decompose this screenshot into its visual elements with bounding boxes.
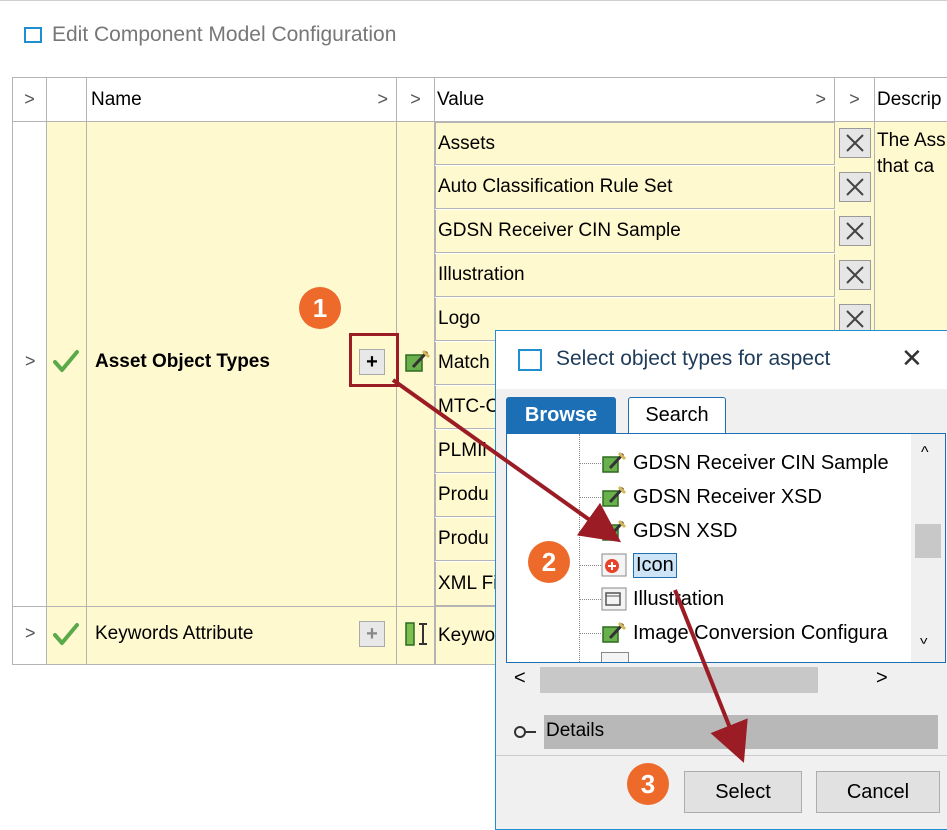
tree-item[interactable]: Illustration <box>601 584 724 614</box>
header-expand-desc[interactable]: > <box>835 77 875 122</box>
chevron-right-icon[interactable]: > <box>25 351 36 372</box>
tree-item[interactable]: GDSN Receiver XSD <box>601 482 822 512</box>
chevron-right-icon: > <box>815 89 826 109</box>
header-status-col <box>47 77 87 122</box>
check-icon <box>53 350 79 372</box>
tree-item-selected[interactable]: Icon <box>601 550 677 580</box>
step-badge-2: 2 <box>528 541 570 583</box>
header-value-col[interactable]: Value > <box>435 77 835 122</box>
tree-horizontal-scrollbar[interactable]: < > <box>506 663 898 697</box>
step-badge-3: 3 <box>627 763 669 805</box>
chevron-right-icon: > <box>24 89 35 109</box>
tree-item[interactable]: GDSN XSD <box>601 516 737 546</box>
value-cell[interactable]: GDSN Receiver CIN Sample <box>435 210 835 253</box>
row-name-keywords-attribute: Keywords Attribute <box>95 623 254 644</box>
chevron-right-icon: > <box>849 89 860 109</box>
tree-item-label: GDSN Receiver CIN Sample <box>633 451 889 474</box>
tree-connector <box>579 633 601 634</box>
chevron-left-icon[interactable]: < <box>514 667 526 690</box>
value-cell[interactable]: Illustration <box>435 254 835 297</box>
tab-search[interactable]: Search <box>628 397 726 433</box>
tree-item-label: Illustration <box>633 587 725 610</box>
row-name-asset-object-types: Asset Object Types <box>95 351 270 372</box>
scrollbar-thumb[interactable] <box>915 524 941 558</box>
close-icon <box>846 134 864 152</box>
remove-value-button[interactable] <box>839 260 871 290</box>
tree-vertical-scrollbar[interactable]: ^ ^ <box>911 434 945 662</box>
chevron-right-icon[interactable]: > <box>25 623 36 644</box>
object-type-icon <box>602 451 627 473</box>
chevron-right-icon: > <box>377 89 388 109</box>
header-name-col[interactable]: Name > <box>87 77 397 122</box>
tree-item-label: Image Conversion Configura <box>633 621 888 644</box>
close-icon <box>846 178 864 196</box>
tree-item-label: GDSN XSD <box>633 519 738 542</box>
chevron-up-icon[interactable]: ^ <box>921 444 929 462</box>
select-object-types-dialog: Select object types for aspect ✕ Browse … <box>495 330 947 830</box>
value-cell[interactable]: Auto Classification Rule Set <box>435 166 835 209</box>
top-border <box>0 0 947 1</box>
close-icon <box>846 310 864 328</box>
object-type-tree[interactable]: GDSN Receiver CIN Sample GDSN Receiver X… <box>506 433 946 663</box>
object-type-icon <box>405 349 431 372</box>
expand-toggle-icon[interactable] <box>514 725 538 739</box>
chevron-down-icon[interactable]: ^ <box>920 628 928 646</box>
tree-item[interactable]: GDSN Receiver CIN Sample <box>601 448 889 478</box>
tree-item-label: GDSN Receiver XSD <box>633 485 822 508</box>
add-value-button[interactable]: + <box>359 621 385 647</box>
object-type-icon <box>602 621 627 643</box>
tree-connector <box>579 497 601 498</box>
tree-connector <box>579 599 601 600</box>
header-name-label: Name <box>91 88 142 110</box>
scrollbar-thumb[interactable] <box>540 667 818 693</box>
chevron-right-icon[interactable]: > <box>876 667 888 690</box>
window-title: Edit Component Model Configuration <box>52 23 397 46</box>
text-attribute-icon <box>405 622 427 646</box>
dialog-title-bar: Select object types for aspect ✕ <box>496 331 947 389</box>
icon-type-icon <box>601 553 627 577</box>
asset-type-icon <box>601 587 627 611</box>
tree-item-label: Icon <box>633 552 677 578</box>
remove-value-button[interactable] <box>839 216 871 246</box>
tree-guide-line <box>579 434 580 662</box>
close-icon[interactable]: ✕ <box>901 343 923 374</box>
window-icon <box>24 27 42 43</box>
step-badge-1: 1 <box>299 287 341 329</box>
tree-connector <box>579 531 601 532</box>
header-expand-value[interactable]: > <box>397 77 435 122</box>
select-button[interactable]: Select <box>684 771 802 813</box>
value-cell[interactable]: Assets <box>435 122 835 165</box>
cancel-button[interactable]: Cancel <box>816 771 940 813</box>
check-icon <box>53 623 79 645</box>
tab-browse[interactable]: Browse <box>506 397 616 433</box>
tree-item[interactable]: Image Conversion Configura <box>601 618 888 648</box>
tree-connector <box>579 565 601 566</box>
window-title-bar: Edit Component Model Configuration <box>24 20 396 50</box>
object-type-icon <box>602 485 627 507</box>
details-section[interactable]: Details <box>506 715 938 749</box>
header-description-label: Descrip <box>877 88 942 110</box>
chevron-right-icon: > <box>410 89 421 109</box>
header-description-col[interactable]: Descrip <box>875 77 947 122</box>
tree-item-partial <box>601 652 629 662</box>
details-label: Details <box>546 720 605 741</box>
dialog-title: Select object types for aspect <box>556 347 831 370</box>
header-expand-col[interactable]: > <box>13 77 47 122</box>
object-type-icon <box>602 519 627 541</box>
highlight-box <box>349 333 399 387</box>
header-value-label: Value <box>437 88 485 110</box>
close-icon <box>846 222 864 240</box>
close-icon <box>846 266 864 284</box>
window-icon <box>518 349 542 371</box>
remove-value-button[interactable] <box>839 172 871 202</box>
dialog-divider <box>496 755 947 756</box>
remove-value-button[interactable] <box>839 128 871 158</box>
tree-connector <box>579 463 601 464</box>
